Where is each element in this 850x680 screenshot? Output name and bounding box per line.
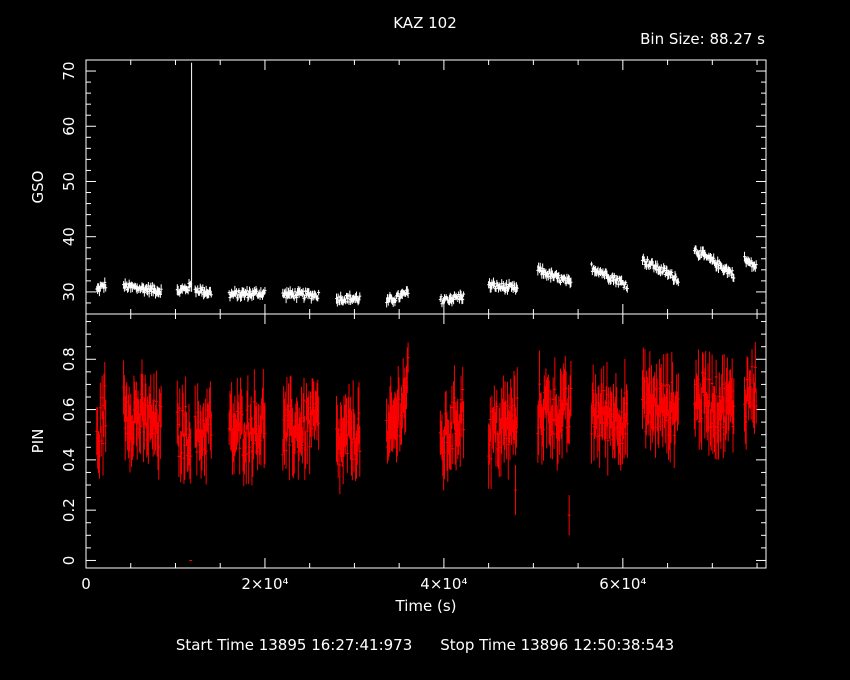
gso-series xyxy=(95,62,758,308)
stop-time: Stop Time 13896 12:50:38:543 xyxy=(440,636,675,654)
x-axis-label: Time (s) xyxy=(395,597,457,615)
bin-size-label: Bin Size: 88.27 s xyxy=(640,30,765,48)
pin-ytick-label: 0 xyxy=(60,556,78,566)
gso-axis-label: GSO xyxy=(29,171,47,204)
x-tick-label: 6×10⁴ xyxy=(599,575,646,593)
pin-axis-ticks: 0 0.2 0.4 0.6 0.8 xyxy=(60,314,766,568)
gso-ytick-label: 70 xyxy=(60,61,78,80)
pin-ytick-label: 0.6 xyxy=(60,398,78,422)
pin-axis-label: PIN xyxy=(29,429,47,454)
gso-ytick-label: 40 xyxy=(60,227,78,246)
gso-ytick-label: 30 xyxy=(60,282,78,301)
pin-ytick-label: 0.2 xyxy=(60,498,78,522)
gso-ytick-label: 50 xyxy=(60,172,78,191)
gso-panel: 30 40 50 60 70 GSO xyxy=(29,59,767,315)
x-tick-label: 0 xyxy=(81,575,91,593)
x-tick-label: 4×10⁴ xyxy=(420,575,467,593)
x-tick-label: 2×10⁴ xyxy=(241,575,288,593)
gso-panel-frame xyxy=(85,59,767,315)
pin-panel: 0 0.2 0.4 0.6 0.8 PIN xyxy=(29,313,767,569)
x-tick-labels: 0 2×10⁴ 4×10⁴ 6×10⁴ xyxy=(81,575,646,593)
light-curve-plot: 30 40 50 60 70 GSO 0 0.2 0.4 0.6 0.8 PIN 0 2×10⁴ 4… xyxy=(29,59,767,593)
pin-ytick-label: 0.4 xyxy=(60,448,78,472)
pin-ytick-label: 0.8 xyxy=(60,347,78,371)
pin-series xyxy=(95,341,758,561)
start-time: Start Time 13895 16:27:41:973 xyxy=(175,636,413,654)
time-range-footer: Start Time 13895 16:27:41:973 Stop Time 1… xyxy=(0,636,850,654)
gso-ytick-label: 60 xyxy=(60,117,78,136)
